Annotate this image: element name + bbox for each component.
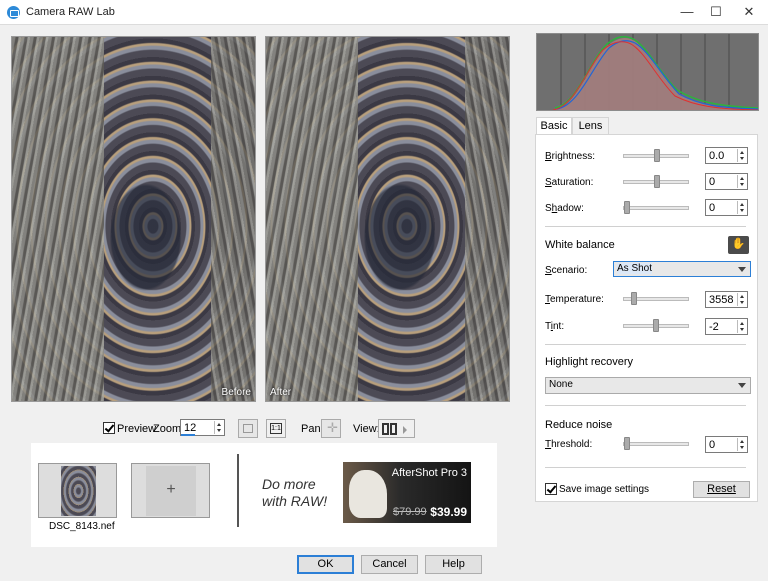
cancel-button[interactable]: Cancel [361, 555, 418, 574]
promo-line-1: Do more [262, 476, 316, 492]
settings-panel: Brightness: 0.0 Saturation: 0 Shadow: 0 … [535, 134, 758, 502]
histogram-graph [552, 34, 759, 111]
file-name: DSC_8143.nef [49, 521, 115, 532]
zoom-spinner-arrows[interactable] [214, 421, 223, 434]
tint-input[interactable]: -2 [705, 318, 748, 335]
temperature-label: Temperature: [545, 294, 604, 305]
threshold-spinner[interactable] [737, 438, 746, 451]
tint-slider[interactable] [623, 319, 689, 332]
temperature-spinner[interactable] [737, 293, 746, 306]
maximize-button[interactable]: ☐ [701, 0, 731, 25]
eyedropper-button[interactable]: ✋ [728, 236, 749, 254]
tint-spinner[interactable] [737, 320, 746, 333]
chevron-right-icon [403, 426, 407, 434]
shadow-input[interactable]: 0 [705, 199, 748, 216]
reset-button[interactable]: Reset [693, 481, 750, 498]
save-settings-label: Save image settings [559, 484, 650, 495]
minimize-button[interactable]: — [672, 0, 702, 25]
split-view-icon-right [390, 423, 397, 435]
add-image-button[interactable]: + [131, 463, 210, 518]
threshold-input[interactable]: 0 [705, 436, 748, 453]
fit-zoom-button[interactable] [238, 419, 258, 438]
camera-icon [7, 6, 20, 19]
temperature-input[interactable]: 3558 [705, 291, 748, 308]
split-view-icon [382, 423, 389, 435]
ok-button[interactable]: OK [297, 555, 354, 574]
tab-lens[interactable]: Lens [572, 117, 609, 135]
chevron-down-icon [738, 267, 746, 272]
actual-size-button[interactable]: 1:1 [266, 419, 286, 438]
shadow-slider-thumb[interactable] [624, 201, 630, 214]
separator [545, 405, 746, 406]
preview-checkbox[interactable] [103, 422, 115, 434]
thumbnail-image [61, 466, 96, 516]
before-preview-image[interactable]: Before [11, 36, 256, 402]
pan-button[interactable]: ✛ [321, 419, 341, 438]
saturation-spinner[interactable] [737, 175, 746, 188]
tint-slider-thumb[interactable] [653, 319, 659, 332]
saturation-slider-thumb[interactable] [654, 175, 660, 188]
threshold-label: Threshold: [545, 439, 593, 450]
white-balance-title: White balance [545, 239, 615, 251]
tint-label: Tint: [545, 321, 565, 332]
separator [545, 226, 746, 227]
view-label: View: [353, 423, 380, 435]
highlight-recovery-dropdown[interactable]: None [545, 377, 751, 394]
ad-title: AfterShot Pro 3 [391, 467, 467, 479]
one-to-one-icon: 1:1 [270, 423, 282, 434]
reduce-noise-title: Reduce noise [545, 419, 613, 431]
ad-new-price: $39.99 [430, 505, 467, 519]
promo-text: Do more with RAW! [262, 476, 327, 510]
saturation-input[interactable]: 0 [705, 173, 748, 190]
brightness-spinner[interactable] [737, 149, 746, 162]
brightness-slider-thumb[interactable] [654, 149, 660, 162]
after-label: After [270, 387, 292, 398]
temperature-slider-thumb[interactable] [631, 292, 637, 305]
file-thumbnail[interactable] [38, 463, 117, 518]
pan-icon: ✛ [327, 420, 338, 435]
promo-line-2: with RAW! [262, 493, 328, 509]
shadow-label: Shadow: [545, 203, 584, 214]
saturation-slider[interactable] [623, 175, 689, 188]
separator [545, 467, 746, 468]
help-button[interactable]: Help [425, 555, 482, 574]
view-mode-button[interactable] [378, 419, 415, 438]
close-button[interactable]: ✕ [734, 0, 764, 25]
preview-toolbar: Preview Zoom: 12 1:1 Pan: ✛ View: [0, 418, 530, 440]
temperature-slider[interactable] [623, 292, 689, 305]
preview-label: Preview [117, 423, 157, 435]
saturation-label: Saturation: [545, 177, 594, 188]
highlight-recovery-title: Highlight recovery [545, 356, 634, 368]
zoom-underline [181, 434, 195, 436]
brightness-slider[interactable] [623, 149, 689, 162]
eyedropper-icon: ✋ [731, 238, 746, 250]
after-preview-image[interactable]: After [265, 36, 510, 402]
scenario-label: Scenario: [545, 265, 588, 276]
brightness-input[interactable]: 0.0 [705, 147, 748, 164]
before-label: Before [221, 387, 251, 398]
ad-old-price: $79.99 [393, 506, 427, 518]
filmstrip-divider [237, 454, 239, 527]
shadow-slider[interactable] [623, 201, 689, 214]
histogram [536, 33, 759, 111]
title-bar: Camera RAW Lab — ☐ ✕ [0, 0, 768, 25]
horse-image [349, 470, 387, 518]
aftershot-ad-banner[interactable]: AfterShot Pro 3 $79.99 $39.99 [343, 462, 471, 523]
fit-icon [243, 424, 253, 433]
shadow-spinner[interactable] [737, 201, 746, 214]
filmstrip: DSC_8143.nef + Do more with RAW! AfterSh… [31, 443, 497, 547]
save-settings-checkbox[interactable] [545, 483, 557, 495]
brightness-label: Brightness: [545, 151, 596, 162]
threshold-slider[interactable] [623, 437, 689, 450]
chevron-down-icon [738, 383, 746, 388]
window-title: Camera RAW Lab [26, 6, 115, 18]
scenario-dropdown[interactable]: As Shot [613, 261, 751, 277]
plus-icon: + [146, 466, 196, 516]
threshold-slider-thumb[interactable] [624, 437, 630, 450]
separator [545, 344, 746, 345]
